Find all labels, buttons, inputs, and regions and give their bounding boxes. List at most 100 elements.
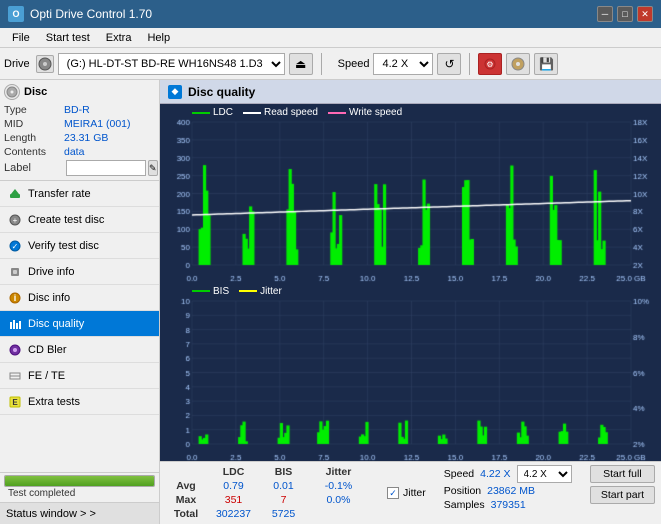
position-label: Position: [444, 485, 481, 497]
speed-info-label: Speed: [444, 468, 474, 480]
disc-label-input[interactable]: [66, 160, 146, 176]
svg-text:✓: ✓: [12, 242, 19, 251]
read-speed-legend-item: Read speed: [243, 107, 318, 118]
status-window-label: Status window > >: [6, 508, 96, 520]
maximize-button[interactable]: □: [617, 6, 633, 22]
read-speed-legend-line: [243, 112, 261, 114]
jitter-checkbox[interactable]: ✓: [387, 487, 399, 499]
start-part-button[interactable]: Start part: [590, 486, 655, 504]
sidebar-item-label-fe-te: FE / TE: [28, 370, 65, 382]
stats-table: LDC BIS Jitter Avg 0.79 0.01 -0.1% Max 3…: [166, 465, 371, 521]
close-button[interactable]: ✕: [637, 6, 653, 22]
menu-help[interactable]: Help: [139, 28, 178, 48]
speed-row: Speed 4.22 X 4.2 X: [444, 465, 572, 483]
minimize-button[interactable]: ─: [597, 6, 613, 22]
disc-panel-title: Disc: [24, 86, 47, 98]
samples-label: Samples: [444, 499, 485, 511]
disc-quality-header: ◆ Disc quality: [160, 80, 661, 104]
chart2-wrapper: BIS Jitter: [160, 283, 661, 462]
disc-label-label: Label: [4, 162, 64, 174]
progress-bar: [4, 475, 155, 487]
stats-col-jitter: Jitter: [306, 465, 371, 479]
progress-container: Test completed: [0, 473, 159, 502]
create-test-icon: +: [8, 213, 22, 227]
bis-chart: [160, 283, 661, 462]
app-title: Opti Drive Control 1.70: [30, 7, 597, 21]
position-row: Position 23862 MB: [444, 485, 572, 497]
progress-fill: [5, 476, 154, 486]
stats-avg-ldc: 0.79: [206, 479, 261, 493]
ldc-legend-label: LDC: [213, 107, 233, 118]
stats-total-bis: 5725: [261, 507, 306, 521]
start-full-button[interactable]: Start full: [590, 465, 655, 483]
speed-info: Speed 4.22 X 4.2 X Position 23862 MB Sam…: [444, 465, 572, 511]
write-speed-legend-item: Write speed: [328, 107, 402, 118]
menu-file[interactable]: File: [4, 28, 38, 48]
menu-start-test[interactable]: Start test: [38, 28, 98, 48]
stats-max-label: Max: [166, 493, 206, 507]
stats-max-ldc: 351: [206, 493, 261, 507]
sidebar-item-label-transfer: Transfer rate: [28, 188, 91, 200]
disc-quality-icon: [8, 317, 22, 331]
disc-mid-value: MEIRA1 (001): [64, 118, 155, 130]
status-window-button[interactable]: Status window > >: [0, 502, 159, 524]
sidebar-item-disc-info[interactable]: i Disc info: [0, 285, 159, 311]
refresh-button[interactable]: ↺: [437, 53, 461, 75]
sidebar-item-extra-tests[interactable]: E Extra tests: [0, 389, 159, 415]
disc-label-button[interactable]: ✎: [148, 160, 158, 176]
toolbar-sep: [321, 53, 322, 75]
status-text: Test completed: [4, 487, 155, 500]
fe-te-icon: [8, 369, 22, 383]
main-area: Disc Type BD-R MID MEIRA1 (001) Length 2…: [0, 80, 661, 524]
toolbar-sep2: [469, 53, 470, 75]
app-icon: O: [8, 6, 24, 22]
samples-value: 379351: [491, 499, 526, 511]
charts-area: LDC Read speed Write speed: [160, 104, 661, 461]
sidebar-item-verify-test-disc[interactable]: ✓ Verify test disc: [0, 233, 159, 259]
disc-panel: Disc Type BD-R MID MEIRA1 (001) Length 2…: [0, 80, 159, 181]
sidebar-item-drive-info[interactable]: Drive info: [0, 259, 159, 285]
jitter-legend-label: Jitter: [260, 286, 282, 297]
ldc-legend-item: LDC: [192, 107, 233, 118]
write-speed-legend-label: Write speed: [349, 107, 402, 118]
eject-button[interactable]: ⏏: [289, 53, 313, 75]
disc-mid-label: MID: [4, 118, 64, 130]
disc-type-value: BD-R: [64, 104, 155, 116]
stats-area: LDC BIS Jitter Avg 0.79 0.01 -0.1% Max 3…: [160, 461, 661, 524]
bis-legend-item: BIS: [192, 286, 229, 297]
disc-type-label: Type: [4, 104, 64, 116]
speed-info-value: 4.22 X: [480, 468, 510, 480]
bis-legend-label: BIS: [213, 286, 229, 297]
drive-info-icon: [8, 265, 22, 279]
save-button[interactable]: 💾: [534, 53, 558, 75]
settings-button[interactable]: ⚙: [478, 53, 502, 75]
sidebar-item-create-test-disc[interactable]: + Create test disc: [0, 207, 159, 233]
sidebar-item-cd-bler[interactable]: CD Bler: [0, 337, 159, 363]
position-value: 23862 MB: [487, 485, 535, 497]
sidebar-item-disc-quality[interactable]: Disc quality: [0, 311, 159, 337]
drive-icon: [36, 55, 54, 73]
disc-contents-label: Contents: [4, 146, 64, 158]
disc-info-icon: i: [8, 291, 22, 305]
disc-label-row: Label ✎: [4, 160, 155, 176]
sidebar-item-label-cd-bler: CD Bler: [28, 344, 67, 356]
speed-info-select[interactable]: 4.2 X: [517, 465, 572, 483]
speed-select[interactable]: 4.2 X: [373, 53, 433, 75]
sidebar-item-transfer-rate[interactable]: Transfer rate: [0, 181, 159, 207]
stats-total-jitter: [306, 507, 371, 521]
drive-select[interactable]: (G:) HL-DT-ST BD-RE WH16NS48 1.D3: [58, 53, 285, 75]
menu-extra[interactable]: Extra: [98, 28, 140, 48]
stats-col-bis: BIS: [261, 465, 306, 479]
sidebar-item-label-create: Create test disc: [28, 214, 104, 226]
disc-length-label: Length: [4, 132, 64, 144]
menu-bar: File Start test Extra Help: [0, 28, 661, 48]
stats-max-jitter: 0.0%: [306, 493, 371, 507]
sidebar-item-fe-te[interactable]: FE / TE: [0, 363, 159, 389]
speed-label: Speed: [338, 58, 370, 70]
svg-text:E: E: [12, 398, 18, 407]
sidebar-item-label-extra: Extra tests: [28, 396, 80, 408]
disc-button[interactable]: [506, 53, 530, 75]
transfer-rate-icon: [8, 187, 22, 201]
read-speed-legend-label: Read speed: [264, 107, 318, 118]
stats-max-bis: 7: [261, 493, 306, 507]
